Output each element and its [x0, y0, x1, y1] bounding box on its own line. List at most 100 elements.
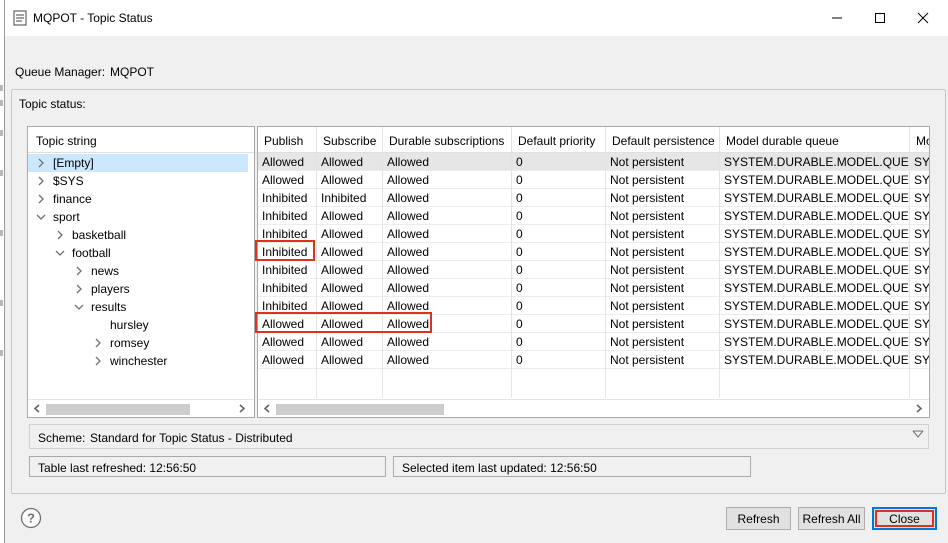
- queue-manager-value: MQPOT: [110, 65, 154, 79]
- chevron-down-icon[interactable]: [36, 211, 46, 223]
- chevron-right-icon[interactable]: [93, 337, 103, 349]
- column-header[interactable]: Publish: [258, 127, 317, 153]
- column-header-label: Default priority: [518, 134, 596, 148]
- document-icon: [13, 10, 27, 26]
- table-cell: Allowed: [383, 207, 512, 225]
- table-scroll-thumb[interactable]: [276, 404, 444, 415]
- table-row[interactable]: Inhibited Allowed Allowed 0 Not persistent SY…: [258, 207, 929, 225]
- maximize-button[interactable]: [860, 6, 900, 30]
- table-row[interactable]: Allowed Allowed Allowed 0 Not persistent SYST…: [258, 333, 929, 351]
- table-row[interactable]: Inhibited Allowed Allowed 0 Not persistent SY…: [258, 225, 929, 243]
- table-row[interactable]: Inhibited Allowed Allowed 0 Not persistent SY…: [258, 297, 929, 315]
- table-row[interactable]: Inhibited Inhibited Allowed 0 Not persistent…: [258, 189, 929, 207]
- table-cell: SYS: [910, 225, 929, 243]
- chevron-right-icon[interactable]: [36, 193, 46, 205]
- scroll-left-icon[interactable]: [31, 402, 43, 415]
- tree-item-label: winchester: [110, 354, 168, 368]
- cell-text: Not persistent: [610, 263, 685, 277]
- scroll-right-icon[interactable]: [913, 402, 925, 415]
- table-row[interactable]: Allowed Allowed Allowed 0 Not persistent SYST…: [258, 315, 929, 333]
- scroll-right-icon[interactable]: [236, 402, 248, 415]
- table-cell: Not persistent: [606, 315, 720, 333]
- chevron-down-icon[interactable]: [55, 247, 65, 259]
- close-window-button[interactable]: [903, 6, 943, 30]
- refresh-all-button[interactable]: Refresh All: [798, 507, 865, 530]
- column-header[interactable]: Mo: [910, 127, 929, 153]
- table-row[interactable]: Allowed Allowed Allowed 0 Not persistent SYST…: [258, 171, 929, 189]
- column-header-label: Durable subscriptions: [389, 134, 505, 148]
- cell-text: Not persistent: [610, 281, 685, 295]
- table-cell: Inhibited: [258, 189, 317, 207]
- column-header[interactable]: Default priority: [512, 127, 606, 153]
- table-cell: SYSTEM.DURABLE.MODEL.QUEUE: [720, 225, 910, 243]
- tree-item-label: [Empty]: [53, 156, 94, 170]
- chevron-right-icon[interactable]: [36, 157, 46, 169]
- tree-item[interactable]: $SYS: [28, 172, 248, 190]
- scheme-selector[interactable]: Scheme: Standard for Topic Status - Dist…: [29, 424, 929, 449]
- tree-item[interactable]: players: [28, 280, 248, 298]
- table-row[interactable]: Inhibited Allowed Allowed 0 Not persistent SY…: [258, 279, 929, 297]
- table-cell: 0: [512, 315, 606, 333]
- tree-item[interactable]: basketball: [28, 226, 248, 244]
- table-header-row: Publish Subscribe Durable subscriptions Def…: [258, 127, 929, 153]
- tree-column-header[interactable]: Topic string: [28, 127, 254, 153]
- table-row[interactable]: Allowed Allowed Allowed 0 Not persistent SYST…: [258, 351, 929, 369]
- table-row[interactable]: Allowed Allowed Allowed 0 Not persistent SYST…: [258, 153, 929, 171]
- column-header[interactable]: Model durable queue: [720, 127, 910, 153]
- scroll-left-icon[interactable]: [261, 402, 273, 415]
- minimize-button[interactable]: [817, 6, 857, 30]
- tree-item[interactable]: news: [28, 262, 248, 280]
- chevron-right-icon[interactable]: [36, 175, 46, 187]
- cell-text: Inhibited: [262, 191, 308, 205]
- tree-item[interactable]: [Empty]: [28, 154, 248, 172]
- column-header-label: Model durable queue: [726, 134, 839, 148]
- tree-item[interactable]: results: [28, 298, 248, 316]
- chevron-right-icon[interactable]: [55, 229, 65, 241]
- table-cell: 0: [512, 153, 606, 171]
- tree-item[interactable]: winchester: [28, 352, 248, 370]
- tree-item[interactable]: sport: [28, 208, 248, 226]
- cell-text: Allowed: [321, 353, 364, 367]
- table-row[interactable]: Inhibited Allowed Allowed 0 Not persistent SY…: [258, 243, 930, 261]
- table-cell: Allowed: [383, 153, 512, 171]
- table-cell: Allowed: [383, 297, 512, 315]
- tree-horizontal-scrollbar[interactable]: [28, 399, 254, 416]
- cell-text: SYSTEM.DURABLE.MODEL.QUEUE: [724, 245, 910, 259]
- cell-text: Inhibited: [262, 209, 308, 223]
- cell-text: Allowed: [262, 173, 305, 187]
- table-cell: Inhibited: [258, 225, 317, 243]
- title-bar: MQPOT - Topic Status: [5, 0, 948, 36]
- chevron-right-icon[interactable]: [74, 265, 84, 277]
- tree-scroll-thumb[interactable]: [46, 404, 190, 415]
- table-refreshed-text: Table last refreshed: 12:56:50: [38, 461, 197, 475]
- chevron-right-icon[interactable]: [93, 355, 103, 367]
- tree-item[interactable]: hursley: [28, 316, 248, 334]
- column-header[interactable]: Default persistence: [606, 127, 720, 153]
- chevron-down-icon[interactable]: [912, 429, 924, 439]
- table-cell: Allowed: [258, 315, 317, 333]
- table-cell: SYSTEM.DURABLE.MODEL.QUEUE: [720, 279, 910, 297]
- cell-text: SYSTEM.DURABLE.MODEL.QUEUE: [724, 353, 910, 367]
- tree-item-label: $SYS: [53, 174, 84, 188]
- table-cell: SYSTEM.DURABLE.MODEL.QUEUE: [720, 333, 910, 351]
- chevron-down-icon[interactable]: [74, 301, 84, 313]
- cell-text: SYS: [914, 245, 930, 259]
- column-header[interactable]: Subscribe: [317, 127, 383, 153]
- table-cell: 0: [512, 297, 606, 315]
- table-horizontal-scrollbar[interactable]: [258, 399, 929, 416]
- tree-item[interactable]: finance: [28, 190, 248, 208]
- tree-item[interactable]: romsey: [28, 334, 248, 352]
- table-row[interactable]: Inhibited Allowed Allowed 0 Not persistent SY…: [258, 261, 930, 279]
- chevron-right-icon[interactable]: [74, 283, 84, 295]
- cell-text: SYS: [914, 263, 930, 277]
- help-icon[interactable]: ?: [20, 507, 42, 529]
- close-button[interactable]: Close: [872, 507, 937, 530]
- cell-text: Allowed: [387, 173, 430, 187]
- refresh-button[interactable]: Refresh: [726, 507, 791, 530]
- table-cell: Allowed: [317, 171, 383, 189]
- table-cell: Allowed: [383, 189, 512, 207]
- cell-text: 0: [516, 353, 523, 367]
- column-header[interactable]: Durable subscriptions: [383, 127, 512, 153]
- table-cell: 0: [512, 207, 606, 225]
- tree-item[interactable]: football: [28, 244, 248, 262]
